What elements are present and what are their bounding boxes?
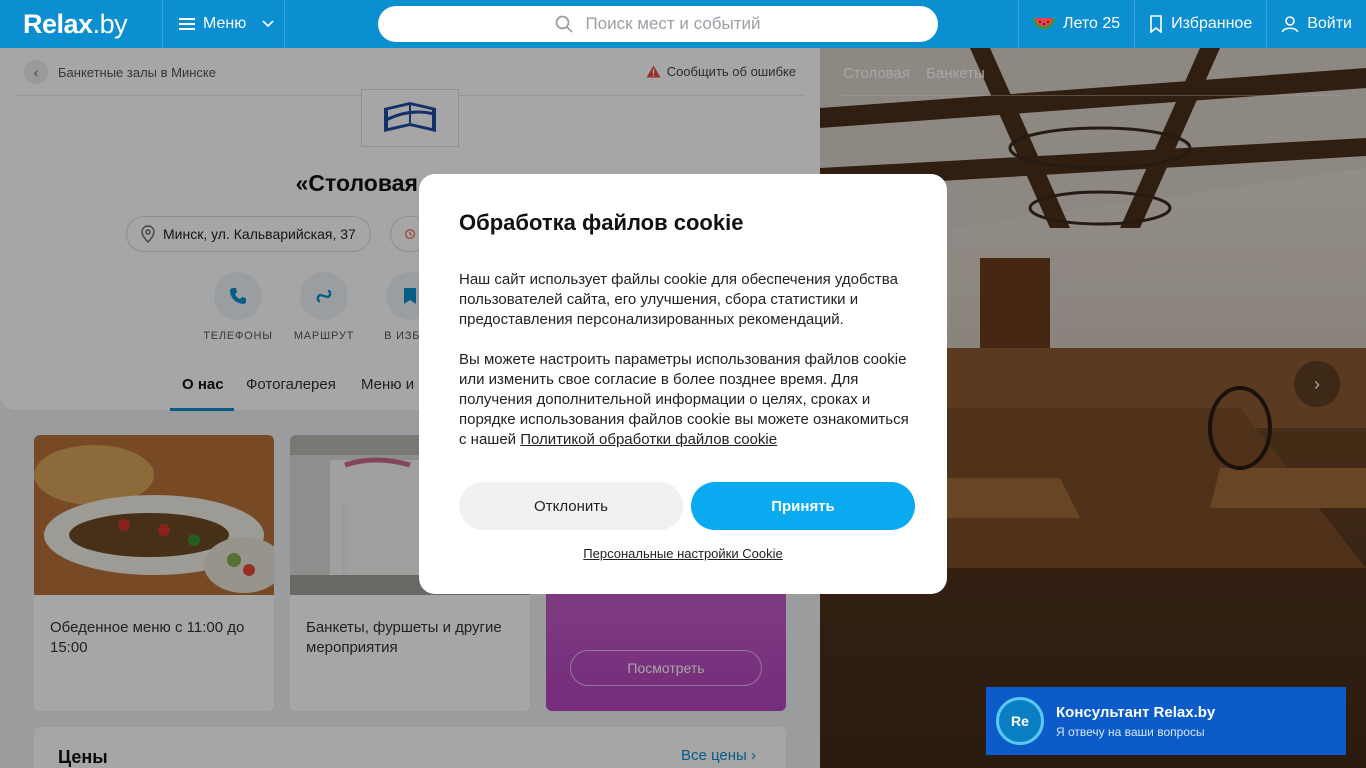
summer-label: Лето 25 — [1062, 15, 1121, 32]
cookie-policy-link[interactable]: Политикой обработки файлов cookie — [520, 431, 777, 448]
top-header: Relax .by Меню Поиск мест и событий Лето … — [0, 0, 1366, 48]
header-actions: Лето 25 Избранное Войти — [1017, 0, 1366, 48]
search-input[interactable]: Поиск мест и событий — [378, 6, 938, 42]
login-link[interactable]: Войти — [1266, 0, 1366, 48]
modal-paragraph: Наш сайт использует файлы cookie для обе… — [459, 271, 898, 328]
chevron-down-icon — [262, 20, 274, 28]
menu-label: Меню — [203, 15, 247, 32]
hamburger-icon — [179, 18, 195, 30]
consultant-title: Консультант Relax.by — [1056, 703, 1216, 721]
bookmark-icon — [1150, 15, 1162, 33]
search-placeholder: Поиск мест и событий — [585, 14, 761, 33]
login-label: Войти — [1307, 15, 1352, 32]
favorites-label: Избранное — [1171, 15, 1253, 32]
search-icon — [556, 15, 574, 33]
consultant-widget[interactable]: Re Консультант Relax.by Я отвечу на ваши… — [986, 687, 1346, 755]
watermelon-icon — [1032, 17, 1055, 30]
menu-button[interactable]: Меню — [163, 0, 285, 48]
cookie-modal: Обработка файлов cookie Наш сайт использ… — [419, 174, 947, 594]
consultant-avatar: Re — [996, 697, 1044, 745]
modal-paragraph: Вы можете настроить параметры использова… — [459, 350, 909, 450]
accept-button[interactable]: Принять — [691, 482, 915, 530]
cookie-settings-link[interactable]: Персональные настройки Cookie — [419, 546, 947, 561]
logo-text: Relax — [23, 8, 93, 39]
logo-suffix: .by — [92, 8, 128, 39]
favorites-link[interactable]: Избранное — [1134, 0, 1266, 48]
consultant-text: Консультант Relax.by Я отвечу на ваши во… — [1056, 704, 1215, 739]
summer-link[interactable]: Лето 25 — [1017, 0, 1134, 48]
site-logo[interactable]: Relax .by — [0, 0, 163, 48]
decline-button[interactable]: Отклонить — [459, 482, 683, 530]
user-icon — [1281, 16, 1299, 33]
modal-title: Обработка файлов cookie — [459, 210, 744, 235]
consultant-subtitle: Я отвечу на ваши вопросы — [1056, 724, 1205, 739]
